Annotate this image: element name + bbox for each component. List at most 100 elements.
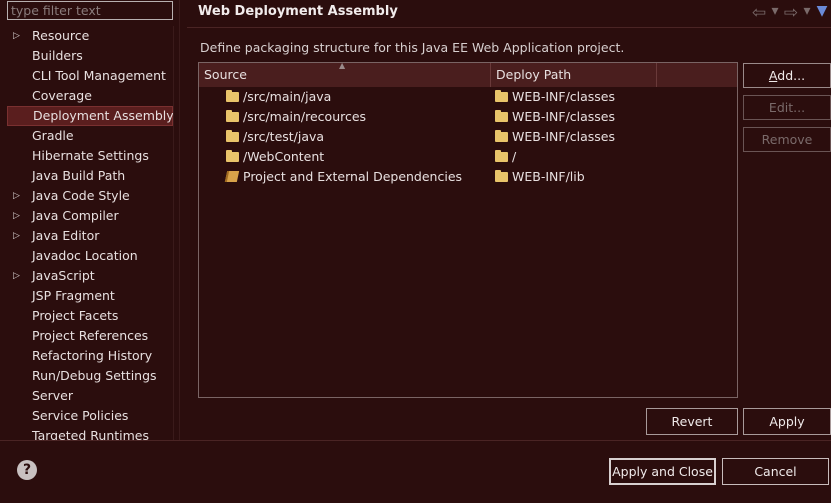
sidebar-item-label: Run/Debug Settings [32,368,157,383]
table-body: /src/main/java WEB-INF/classes/src/main/r… [199,87,737,187]
sidebar-item[interactable]: Project Facets [7,306,173,326]
sidebar-item-label: Server [32,388,73,403]
expand-arrow-icon[interactable]: ▷ [13,186,20,206]
source-text: /src/main/java [243,89,332,104]
sidebar-item-label: Service Policies [32,408,129,423]
sidebar-item[interactable]: JSP Fragment [7,286,173,306]
sidebar-item-label: CLI Tool Management [32,68,166,83]
apply-and-close-button[interactable]: Apply and Close [609,458,716,485]
sidebar-item[interactable]: Refactoring History [7,346,173,366]
sidebar-item[interactable]: ▷ JavaScript [7,266,173,286]
revert-button[interactable]: Revert [646,408,738,435]
sidebar-item[interactable]: Java Build Path [7,166,173,186]
view-menu-icon[interactable]: ▼ [813,3,831,23]
expand-arrow-icon[interactable]: ▷ [13,206,20,226]
table-row[interactable]: /src/test/java WEB-INF/classes [199,127,737,147]
sidebar-item[interactable]: Gradle [7,126,173,146]
edit-button-label: Edit... [768,100,806,115]
sidebar-item-label: Targeted Runtimes [32,428,149,440]
back-arrow-icon[interactable]: ⇦ [749,3,769,23]
folder-icon [495,150,508,162]
sidebar-item-label: Javadoc Location [32,248,138,263]
sidebar-item[interactable]: Hibernate Settings [7,146,173,166]
table-row[interactable]: /src/main/recources WEB-INF/classes [199,107,737,127]
source-text: /WebContent [243,149,325,164]
table-row[interactable]: /src/main/java WEB-INF/classes [199,87,737,107]
sidebar-item-label: Deployment Assembly [33,108,174,123]
folder-icon [495,90,508,102]
deploy-path-text: WEB-INF/classes [512,129,616,144]
folder-icon [495,170,508,182]
sidebar-item-label: Java Code Style [32,188,130,203]
add-button-label: dd... [777,68,806,83]
source-text: /src/main/recources [243,109,367,124]
sidebar-item-label: JavaScript [32,268,95,283]
expand-arrow-icon[interactable]: ▷ [13,26,20,46]
sidebar-item[interactable]: ▷ Resource [7,26,173,46]
folder-icon [226,130,239,142]
sidebar-item-label: Project Facets [32,308,119,323]
help-icon[interactable]: ? [17,460,37,480]
sidebar-item[interactable]: Deployment Assembly [7,106,174,126]
sidebar-item[interactable]: Server [7,386,173,406]
page-description: Define packaging structure for this Java… [200,40,625,55]
sidebar-item[interactable]: ▷ Java Compiler [7,206,173,226]
source-cell: /src/main/recources [199,107,491,127]
cancel-button-label: Cancel [754,464,797,479]
sidebar-item[interactable]: Service Policies [7,406,173,426]
folder-icon [226,150,239,162]
folder-icon [226,110,239,122]
column-header-deploy-path[interactable]: Deploy Path [491,63,657,87]
source-cell: Project and External Dependencies [199,167,491,187]
sidebar-item[interactable]: Builders [7,46,173,66]
filter-input[interactable] [7,1,173,20]
sidebar-item-label: Java Build Path [32,168,126,183]
forward-dropdown-icon[interactable]: ▾ [801,3,813,23]
apply-button[interactable]: Apply [743,408,831,435]
sidebar-item-label: Resource [32,28,90,43]
property-page: Web Deployment Assembly ⇦ ▾ ⇨ ▾ ▼ Define… [187,0,831,440]
deploy-path-cell: WEB-INF/lib [491,167,731,187]
edit-button[interactable]: Edit... [743,95,831,120]
source-cell: /src/main/java [199,87,491,107]
deploy-path-cell: WEB-INF/classes [491,127,731,147]
page-title: Web Deployment Assembly [198,4,398,19]
table-header: Source ▲ Deploy Path [199,63,737,87]
sidebar-scrollbar[interactable] [173,26,179,440]
sidebar-item[interactable]: Run/Debug Settings [7,366,173,386]
folder-icon [495,110,508,122]
revert-button-label: Revert [671,414,713,429]
remove-button[interactable]: Remove [743,127,831,152]
sidebar-item-label: Hibernate Settings [32,148,149,163]
sidebar-item[interactable]: Project References [7,326,173,346]
table-row[interactable]: /WebContent / [199,147,737,167]
page-header: Web Deployment Assembly ⇦ ▾ ⇨ ▾ ▼ [187,0,831,28]
preferences-sidebar: ▷ Resource Builders CLI Tool Management Cove… [0,0,180,440]
sidebar-item[interactable]: ▷ Java Code Style [7,186,173,206]
folder-icon [495,130,508,142]
dialog-footer: ? Apply and Close Cancel [0,440,831,503]
add-button[interactable]: Add... [743,63,831,88]
remove-button-label: Remove [761,132,813,147]
source-text: Project and External Dependencies [243,169,463,184]
sidebar-item[interactable]: Coverage [7,86,173,106]
deployment-table: Source ▲ Deploy Path /src/main/java WEB-I… [198,62,738,398]
sort-indicator-icon: ▲ [339,62,346,70]
deploy-path-text: WEB-INF/classes [512,89,616,104]
library-icon [224,171,240,182]
sidebar-item[interactable]: Targeted Runtimes [7,426,173,440]
sidebar-item[interactable]: ▷ Java Editor [7,226,173,246]
expand-arrow-icon[interactable]: ▷ [13,266,20,286]
sidebar-item[interactable]: CLI Tool Management [7,66,173,86]
cancel-button[interactable]: Cancel [722,458,829,485]
source-cell: /src/test/java [199,127,491,147]
table-row[interactable]: Project and External Dependencies WEB-INF… [199,167,737,187]
sidebar-item[interactable]: Javadoc Location [7,246,173,266]
forward-arrow-icon[interactable]: ⇨ [781,3,801,23]
sidebar-item-label: Project References [32,328,149,343]
back-dropdown-icon[interactable]: ▾ [769,3,781,23]
deploy-path-text: WEB-INF/classes [512,109,616,124]
expand-arrow-icon[interactable]: ▷ [13,226,20,246]
deploy-path-cell: WEB-INF/classes [491,107,731,127]
folder-icon [226,90,239,102]
